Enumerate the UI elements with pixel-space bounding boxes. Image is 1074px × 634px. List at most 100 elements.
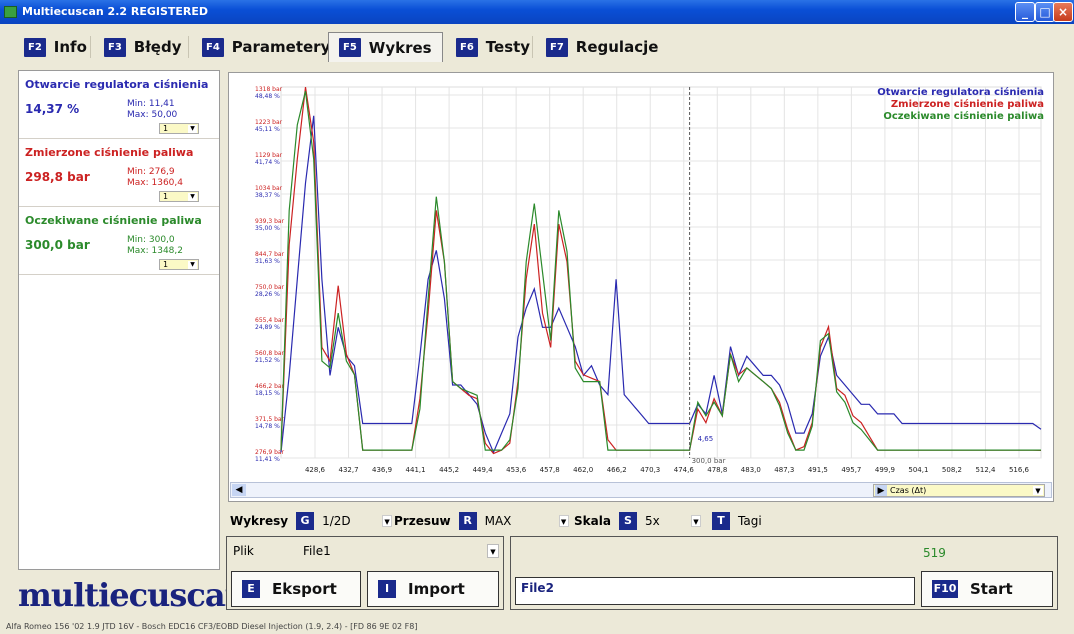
param-min: Min: 276,9 [127,167,175,177]
x-tick-label: 499,9 [875,466,895,474]
przesuw-value: MAX [484,514,512,528]
skala-control[interactable]: Skala S 5x ▼ [574,512,701,530]
param-value: 14,37 % [25,102,80,116]
scroll-right-button[interactable]: ▶ [875,485,887,496]
wykresy-value: 1/2D [322,514,351,528]
chart-panel[interactable]: 1318 bar 48,48 % 1223 bar 45,11 % 1129 bar 41… [228,72,1054,502]
y-tick-bar: 466,2 bar [255,383,285,390]
y-tick-bar: 1129 bar [255,152,283,159]
x-tick-label: 436,9 [372,466,392,474]
tab-label: Błędy [133,38,182,56]
y-tick-bar: 844,7 bar [255,251,285,258]
y-tick-bar: 560,8 bar [255,350,285,357]
status-bar: Alfa Romeo 156 '02 1.9 JTD 16V - Bosch E… [6,622,418,631]
import-label: Import [408,580,465,598]
tagi-control[interactable]: T Tagi [712,512,762,530]
tab-label: Testy [485,38,531,56]
scroll-left-button[interactable]: ◀ [232,484,246,496]
param-name: Oczekiwane ciśnienie paliwa [25,214,202,227]
y-tick-pct: 14,78 % [255,423,280,430]
tab-bar: F2 Info F3 Błędy F4 Parametery F5 Wykres… [8,28,1066,66]
chevron-down-icon[interactable]: ▼ [558,515,569,527]
x-tick-label: 428,6 [305,466,326,474]
plik-label: Plik [233,544,254,558]
cursor-annotation-pct: 4,65 [698,435,714,443]
x-tick-label: 453,6 [506,466,527,474]
x-tick-label: 478,8 [707,466,727,474]
tab-label: Info [53,38,87,56]
param-max: Max: 1360,4 [127,178,183,188]
chevron-down-icon: ▼ [188,125,197,133]
y-tick-bar: 276,9 bar [255,449,285,456]
app-icon [4,6,17,18]
tagi-key: T [712,512,730,530]
chart-controls: Wykresy G 1/2D ▼ Przesuw R MAX ▼ Skala S… [230,508,1050,532]
right-box: 519 File2 F10 Start [510,536,1058,610]
tab-bledy[interactable]: F3 Błędy [94,32,192,62]
wykresy-control[interactable]: Wykresy G 1/2D ▼ [230,512,393,530]
tab-key: F7 [546,37,568,57]
time-mode-label: Czas (Δt) [890,486,927,495]
tab-key: F5 [339,38,361,57]
param-scale-dropdown[interactable]: 1 ▼ [159,123,199,134]
przesuw-key: R [458,512,477,530]
x-tick-label: 457,8 [540,466,560,474]
tab-key: F3 [104,37,126,57]
legend-entry: Otwarcie regulatora ciśnienia [877,86,1044,98]
maximize-button[interactable]: □ [1035,2,1055,22]
legend-entry: Oczekiwane ciśnienie paliwa [883,110,1044,122]
start-key: F10 [932,580,958,598]
tab-key: F2 [24,37,46,57]
x-tick-label: 508,2 [942,466,962,474]
minimize-button[interactable]: _ [1015,2,1035,22]
tab-parametery[interactable]: F4 Parametery [192,32,340,62]
tab-key: F4 [202,37,224,57]
start-button[interactable]: F10 Start [921,571,1053,607]
y-tick-bar: 1223 bar [255,119,283,126]
close-button[interactable]: × [1053,2,1073,22]
param-scale-dropdown[interactable]: 1 ▼ [159,191,199,202]
eksport-key: E [242,580,260,598]
import-button[interactable]: I Import [367,571,499,607]
tab-testy[interactable]: F6 Testy [446,32,540,62]
wykresy-label: Wykresy [230,514,289,528]
chart-svg[interactable]: 1318 bar48,48 % 1223 bar45,11 % 1129 bar41… [229,73,1053,483]
x-tick-label: 487,3 [774,466,794,474]
plik-box: Plik File1 ▼ E Eksport I Import [226,536,504,610]
time-mode-dropdown[interactable]: ▶ Czas (Δt) ▼ [873,484,1045,497]
chevron-down-icon: ▼ [188,261,197,269]
param-value: 300,0 bar [25,238,90,252]
y-tick-pct: 35,00 % [255,225,280,232]
tab-info[interactable]: F2 Info [14,32,97,62]
chevron-down-icon[interactable]: ▼ [487,544,499,558]
y-tick-pct: 11,41 % [255,456,280,463]
app-logo: multiecuscan [18,576,248,614]
x-tick-label: 449,4 [473,466,494,474]
tab-label: Wykres [368,38,432,57]
skala-key: S [618,512,637,530]
param-item: Otwarcie regulatora ciśnienia 14,37 % Mi… [19,71,219,139]
chart-scrollbar[interactable]: ◀ ▶ Czas (Δt) ▼ [230,482,1052,498]
window-title: Multiecuscan 2.2 REGISTERED [22,5,209,18]
y-tick-pct: 24,89 % [255,324,280,331]
legend-entry: Zmierzone ciśnienie paliwa [891,98,1044,110]
y-tick-pct: 28,26 % [255,291,280,298]
chevron-down-icon[interactable]: ▼ [690,515,701,527]
przesuw-control[interactable]: Przesuw R MAX ▼ [394,512,569,530]
tab-regulacje[interactable]: F7 Regulacje [536,32,668,62]
tab-wykres[interactable]: F5 Wykres [328,32,443,62]
parameter-panel: Otwarcie regulatora ciśnienia 14,37 % Mi… [18,70,220,570]
y-tick-pct: 38,37 % [255,192,280,199]
plik-select[interactable]: File1 [303,544,331,558]
param-value: 298,8 bar [25,170,90,184]
param-min: Min: 300,0 [127,235,175,245]
x-tick-label: 470,3 [640,466,660,474]
param-name: Zmierzone ciśnienie paliwa [25,146,194,159]
tab-label: Regulacje [575,38,659,56]
y-tick-bar: 750,0 bar [255,284,285,291]
eksport-button[interactable]: E Eksport [231,571,361,607]
param-max: Max: 50,00 [127,110,178,120]
chevron-down-icon[interactable]: ▼ [382,515,393,527]
param-scale-dropdown[interactable]: 1 ▼ [159,259,199,270]
file2-field[interactable]: File2 [515,577,915,605]
